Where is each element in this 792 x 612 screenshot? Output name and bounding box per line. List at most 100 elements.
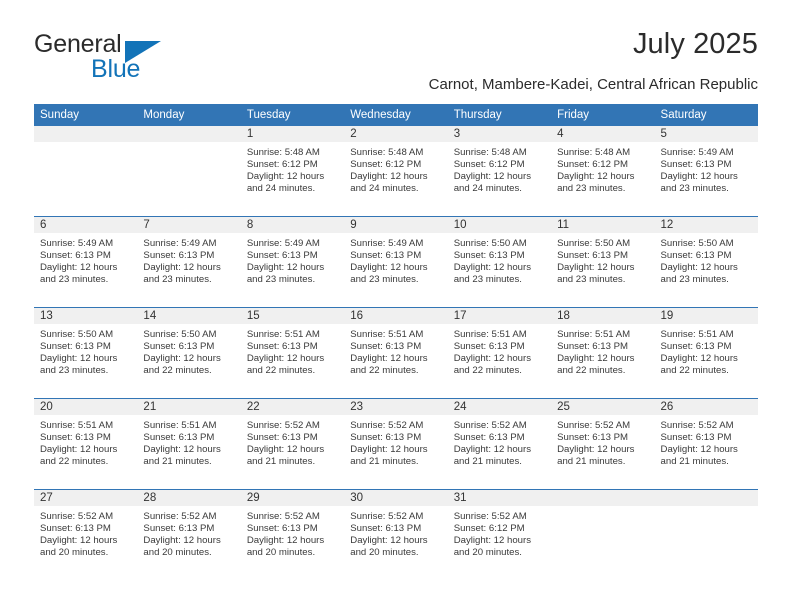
calendar-day-cell[interactable]: 24 Sunrise: 5:52 AM Sunset: 6:13 PM Dayligh…: [447, 398, 552, 490]
daylight-text: Daylight: 12 hours: [557, 262, 635, 274]
calendar-day-cell[interactable]: 12 Sunrise: 5:50 AM Sunset: 6:13 PM Dayligh…: [654, 216, 758, 308]
calendar-day-cell[interactable]: 5 Sunrise: 5:49 AM Sunset: 6:13 PM Daylight…: [654, 126, 758, 217]
calendar-day-cell[interactable]: 10 Sunrise: 5:50 AM Sunset: 6:13 PM Dayligh…: [447, 216, 552, 308]
sunrise-text: Sunrise: 5:52 AM: [453, 420, 527, 431]
brand-logo[interactable]: General Blue: [34, 30, 254, 86]
daylight-text: Daylight: 12 hours: [660, 171, 738, 183]
day-sun-info: Sunrise: 5:51 AM Sunset: 6:13 PM Daylight:…: [241, 324, 344, 377]
calendar-day-cell[interactable]: 14 Sunrise: 5:50 AM Sunset: 6:13 PM Dayligh…: [137, 307, 241, 399]
weekday-header-monday: Monday: [137, 104, 241, 126]
sunrise-text: Sunrise: 5:51 AM: [557, 329, 631, 340]
sunrise-text: Sunrise: 5:50 AM: [453, 238, 527, 249]
calendar-day-cell[interactable]: 2 Sunrise: 5:48 AM Sunset: 6:12 PM Daylight…: [344, 126, 448, 217]
calendar-day-cell[interactable]: 25 Sunrise: 5:52 AM Sunset: 6:13 PM Dayligh…: [551, 398, 655, 490]
day-number: 27: [34, 490, 138, 506]
sunset-text: Sunset: 6:13 PM: [453, 341, 525, 353]
day-number: [551, 490, 655, 506]
calendar-day-cell[interactable]: 9 Sunrise: 5:49 AM Sunset: 6:13 PM Daylight…: [344, 216, 448, 308]
calendar-day-cell[interactable]: 20 Sunrise: 5:51 AM Sunset: 6:13 PM Dayligh…: [34, 398, 138, 490]
weekday-header-wednesday: Wednesday: [344, 104, 448, 126]
day-number: 10: [447, 217, 552, 233]
page-header: General Blue July 2025 Carnot, Mambere-K…: [34, 28, 758, 94]
sunset-text: Sunset: 6:13 PM: [453, 250, 525, 262]
daylight-text: and 23 minutes.: [660, 183, 729, 195]
daylight-text: Daylight: 12 hours: [40, 444, 118, 456]
day-number: 14: [137, 308, 241, 324]
calendar-day-cell[interactable]: 30 Sunrise: 5:52 AM Sunset: 6:13 PM Dayligh…: [344, 489, 448, 580]
daylight-text: and 21 minutes.: [660, 456, 729, 468]
calendar-day-cell[interactable]: 29 Sunrise: 5:52 AM Sunset: 6:13 PM Dayligh…: [240, 489, 345, 580]
calendar-day-cell[interactable]: 8 Sunrise: 5:49 AM Sunset: 6:13 PM Daylight…: [240, 216, 345, 308]
calendar-empty-cell: [551, 489, 655, 580]
sunrise-text: Sunrise: 5:50 AM: [40, 329, 114, 340]
brand-name-secondary: Blue: [91, 55, 141, 83]
sunset-text: Sunset: 6:13 PM: [350, 432, 422, 444]
calendar-header-row: Sunday Monday Tuesday Wednesday Thursday Frid…: [34, 104, 758, 126]
calendar-empty-cell: [654, 489, 758, 580]
calendar-day-cell[interactable]: 17 Sunrise: 5:51 AM Sunset: 6:13 PM Dayligh…: [447, 307, 552, 399]
sunset-text: Sunset: 6:12 PM: [350, 159, 422, 171]
day-sun-info: Sunrise: 5:50 AM Sunset: 6:13 PM Daylight:…: [34, 324, 137, 377]
daylight-text: and 20 minutes.: [350, 547, 419, 559]
daylight-text: and 20 minutes.: [453, 547, 522, 559]
calendar-day-cell[interactable]: 19 Sunrise: 5:51 AM Sunset: 6:13 PM Dayligh…: [654, 307, 758, 399]
sunset-text: Sunset: 6:13 PM: [246, 341, 318, 353]
calendar-day-cell[interactable]: 1 Sunrise: 5:48 AM Sunset: 6:12 PM Daylight…: [240, 126, 345, 217]
calendar-day-cell[interactable]: 11 Sunrise: 5:50 AM Sunset: 6:13 PM Dayligh…: [551, 216, 655, 308]
daylight-text: and 22 minutes.: [453, 365, 522, 377]
calendar-day-cell[interactable]: 21 Sunrise: 5:51 AM Sunset: 6:13 PM Dayligh…: [137, 398, 241, 490]
daylight-text: Daylight: 12 hours: [246, 353, 325, 365]
calendar-day-cell[interactable]: 28 Sunrise: 5:52 AM Sunset: 6:13 PM Dayligh…: [137, 489, 241, 580]
calendar-week-row: 13 Sunrise: 5:50 AM Sunset: 6:13 PM Dayligh…: [34, 307, 758, 399]
calendar-empty-cell: [137, 126, 241, 217]
sunrise-text: Sunrise: 5:52 AM: [246, 511, 320, 522]
sunrise-text: Sunrise: 5:49 AM: [40, 238, 114, 249]
day-sun-info: Sunrise: 5:49 AM Sunset: 6:13 PM Daylight:…: [241, 233, 344, 286]
calendar-day-cell[interactable]: 13 Sunrise: 5:50 AM Sunset: 6:13 PM Dayligh…: [34, 307, 138, 399]
calendar-day-cell[interactable]: 18 Sunrise: 5:51 AM Sunset: 6:13 PM Dayligh…: [551, 307, 655, 399]
day-sun-info: Sunrise: 5:51 AM Sunset: 6:13 PM Daylight:…: [34, 415, 137, 468]
calendar-day-cell[interactable]: 23 Sunrise: 5:52 AM Sunset: 6:13 PM Dayligh…: [344, 398, 448, 490]
calendar-day-cell[interactable]: 7 Sunrise: 5:49 AM Sunset: 6:13 PM Daylight…: [137, 216, 241, 308]
calendar-body: 1 Sunrise: 5:48 AM Sunset: 6:12 PM Daylight…: [34, 126, 758, 580]
sunrise-text: Sunrise: 5:48 AM: [453, 147, 527, 158]
calendar-day-cell[interactable]: 16 Sunrise: 5:51 AM Sunset: 6:13 PM Dayligh…: [344, 307, 448, 399]
sunset-text: Sunset: 6:13 PM: [350, 341, 422, 353]
calendar-day-cell[interactable]: 27 Sunrise: 5:52 AM Sunset: 6:13 PM Dayligh…: [34, 489, 138, 580]
sunset-text: Sunset: 6:13 PM: [143, 523, 215, 535]
day-sun-info: Sunrise: 5:51 AM Sunset: 6:13 PM Daylight:…: [344, 324, 447, 377]
sunrise-text: Sunrise: 5:52 AM: [246, 420, 320, 431]
calendar-page: General Blue July 2025 Carnot, Mambere-K…: [0, 0, 792, 612]
daylight-text: Daylight: 12 hours: [246, 262, 325, 274]
calendar-day-cell[interactable]: 31 Sunrise: 5:52 AM Sunset: 6:12 PM Dayligh…: [447, 489, 552, 580]
day-sun-info: Sunrise: 5:48 AM Sunset: 6:12 PM Daylight:…: [241, 142, 344, 195]
daylight-text: Daylight: 12 hours: [350, 535, 428, 547]
daylight-text: and 23 minutes.: [660, 274, 729, 286]
daylight-text: Daylight: 12 hours: [143, 353, 221, 365]
daylight-text: and 22 minutes.: [557, 365, 626, 377]
calendar-week-row: 6 Sunrise: 5:49 AM Sunset: 6:13 PM Daylight…: [34, 216, 758, 308]
day-number: 29: [240, 490, 345, 506]
sunrise-text: Sunrise: 5:49 AM: [350, 238, 424, 249]
calendar-day-cell[interactable]: 4 Sunrise: 5:48 AM Sunset: 6:12 PM Daylight…: [551, 126, 655, 217]
day-number: 24: [447, 399, 552, 415]
daylight-text: Daylight: 12 hours: [246, 535, 325, 547]
calendar-day-cell[interactable]: 6 Sunrise: 5:49 AM Sunset: 6:13 PM Daylight…: [34, 216, 138, 308]
sunset-text: Sunset: 6:13 PM: [246, 523, 318, 535]
calendar-day-cell[interactable]: 26 Sunrise: 5:52 AM Sunset: 6:13 PM Dayligh…: [654, 398, 758, 490]
daylight-text: and 24 minutes.: [453, 183, 522, 195]
sunrise-text: Sunrise: 5:52 AM: [350, 511, 424, 522]
day-sun-info: Sunrise: 5:52 AM Sunset: 6:13 PM Daylight:…: [344, 506, 447, 559]
sunrise-text: Sunrise: 5:49 AM: [660, 147, 734, 158]
calendar-day-cell[interactable]: 22 Sunrise: 5:52 AM Sunset: 6:13 PM Dayligh…: [240, 398, 345, 490]
day-number: 20: [34, 399, 138, 415]
weekday-header-friday: Friday: [551, 104, 655, 126]
daylight-text: and 23 minutes.: [143, 274, 212, 286]
sunset-text: Sunset: 6:12 PM: [246, 159, 318, 171]
day-sun-info: Sunrise: 5:48 AM Sunset: 6:12 PM Daylight:…: [448, 142, 551, 195]
day-number: 23: [344, 399, 448, 415]
sunset-text: Sunset: 6:13 PM: [40, 341, 111, 353]
calendar-day-cell[interactable]: 3 Sunrise: 5:48 AM Sunset: 6:12 PM Daylight…: [447, 126, 552, 217]
calendar-day-cell[interactable]: 15 Sunrise: 5:51 AM Sunset: 6:13 PM Dayligh…: [240, 307, 345, 399]
day-sun-info: Sunrise: 5:50 AM Sunset: 6:13 PM Daylight:…: [448, 233, 551, 286]
